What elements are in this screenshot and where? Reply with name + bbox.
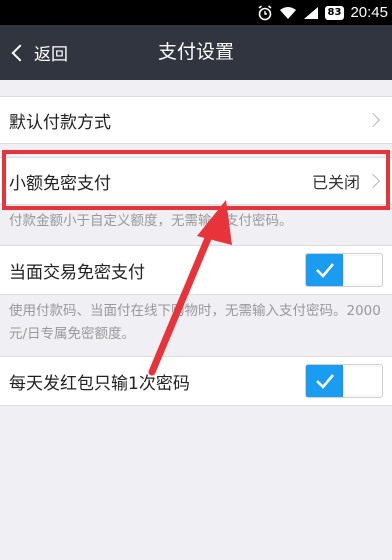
red-packet-row: 每天发红包只输1次密码 bbox=[0, 356, 392, 406]
signal-icon bbox=[303, 6, 319, 20]
chevron-right-icon bbox=[365, 112, 381, 128]
checkmark-icon bbox=[315, 374, 334, 389]
battery-icon: 83 bbox=[324, 5, 345, 20]
small-no-password-description: 付款金额小于自定义额度，无需输入支付密码。 bbox=[9, 213, 293, 229]
toggle-on-area bbox=[306, 365, 343, 397]
status-time: 20:45 bbox=[350, 4, 388, 21]
default-payment-row[interactable]: 默认付款方式 bbox=[0, 96, 392, 144]
toggle-knob bbox=[344, 256, 382, 284]
back-button[interactable]: 返回 bbox=[8, 25, 68, 80]
back-label: 返回 bbox=[34, 45, 68, 65]
nav-bar: 支付设置 返回 bbox=[0, 25, 392, 80]
face-to-face-toggle[interactable] bbox=[305, 253, 383, 287]
red-packet-label: 每天发红包只输1次密码 bbox=[9, 373, 190, 394]
face-to-face-description: 使用付款码、当面付在线下购物时，无需输入支付密码。2000元/日专属免密额度。 bbox=[9, 303, 381, 342]
alarm-clock-icon bbox=[257, 4, 273, 21]
default-payment-label: 默认付款方式 bbox=[9, 112, 111, 133]
red-packet-toggle[interactable] bbox=[305, 364, 383, 398]
face-to-face-label: 当面交易免密支付 bbox=[9, 262, 145, 283]
wifi-icon bbox=[279, 6, 297, 20]
status-icons: 83 20:45 bbox=[257, 0, 388, 25]
status-bar: 83 20:45 bbox=[0, 0, 392, 25]
small-no-password-row[interactable]: 小额免密支付 已关闭 bbox=[0, 157, 392, 205]
toggle-knob bbox=[344, 367, 382, 395]
toggle-on-area bbox=[306, 254, 343, 286]
small-no-password-status: 已关闭 bbox=[311, 173, 360, 192]
checkmark-icon bbox=[315, 263, 334, 278]
chevron-right-icon bbox=[365, 173, 381, 189]
face-to-face-row: 当面交易免密支付 bbox=[0, 245, 392, 295]
small-no-password-label: 小额免密支付 bbox=[9, 173, 111, 194]
chevron-left-icon bbox=[11, 44, 29, 61]
